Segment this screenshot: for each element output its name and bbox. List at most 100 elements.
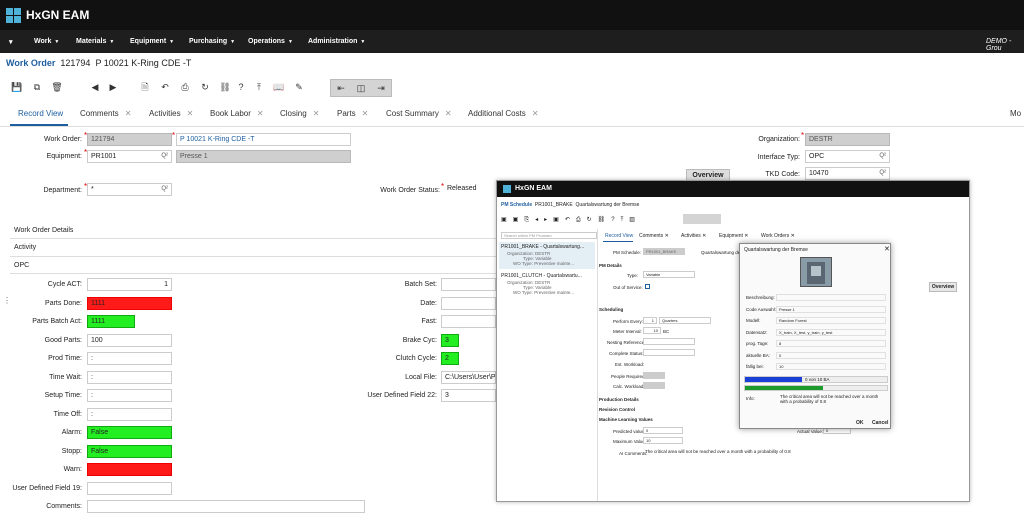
tab-closing[interactable]: Closing ✕ [280, 109, 319, 118]
section-pm-details[interactable]: PM Details [599, 263, 622, 268]
work-order-field[interactable]: 121794 [87, 133, 172, 146]
opc-field-value[interactable]: : [87, 389, 172, 402]
section-ml-values[interactable]: Machine Learning Values [599, 417, 653, 422]
pm-description-field[interactable]: Quartalswartung der [701, 250, 742, 255]
section-scheduling[interactable]: Scheduling [599, 307, 623, 312]
tab-parts[interactable]: Parts ✕ [337, 109, 368, 118]
nav-item-materials[interactable]: Materials ▼ [76, 38, 114, 45]
opc-field-value[interactable] [441, 278, 496, 291]
work-order-status-field[interactable]: Released [444, 183, 499, 196]
opc-field-value[interactable]: 100 [87, 333, 172, 347]
meter-interval-field[interactable]: 10 [643, 327, 661, 334]
nav-item-purchasing[interactable]: Purchasing ▼ [189, 38, 235, 45]
dialog-field-value[interactable]: 8 [776, 340, 886, 347]
refresh-icon[interactable]: ↻ [198, 80, 212, 94]
section-opc[interactable]: OPC [14, 262, 29, 269]
predicted-value-field[interactable]: 0 [643, 427, 683, 434]
opc-field-value[interactable] [87, 481, 172, 495]
nesting-reference-field[interactable] [643, 338, 695, 345]
section-production-details[interactable]: Production Details [599, 397, 639, 402]
next-record-icon[interactable]: ▶ [106, 80, 120, 94]
collapse-right-icon[interactable]: ⇥ [374, 81, 388, 95]
delete-icon[interactable]: 🗑 [50, 80, 64, 94]
dialog-field-value[interactable]: Presse 1 [776, 305, 886, 313]
equipment-field[interactable]: PR1001 Q² [87, 150, 172, 163]
perform-unit-select[interactable]: Quarters [659, 317, 711, 324]
complete-status-select[interactable] [643, 349, 695, 356]
nav-item-operations[interactable]: Operations ▼ [248, 38, 293, 45]
nav-item-work[interactable]: Work ▼ [34, 38, 59, 45]
ok-button[interactable]: OK [856, 420, 864, 426]
overlay-tab-equipment[interactable]: Equipment ✕ [719, 233, 749, 239]
dialog-field-value[interactable]: X_train, X_test, y_train, y_test [776, 328, 886, 336]
help-icon[interactable]: ? [234, 80, 248, 94]
tab-cost-summary[interactable]: Cost Summary ✕ [386, 109, 452, 118]
tkd-code-field[interactable]: 10470 Q² [805, 167, 890, 180]
section-work-order-details[interactable]: Work Order Details [14, 227, 73, 234]
type-select[interactable]: Variable [643, 271, 695, 278]
link-icon[interactable]: ⛓ [218, 80, 232, 94]
close-icon[interactable]: ✕ [884, 245, 890, 253]
opc-field-value[interactable]: False [87, 426, 172, 439]
lookup-icon[interactable]: Q² [879, 170, 886, 176]
dialog-field-value[interactable]: Random Forest [776, 317, 886, 324]
lookup-icon[interactable]: Q² [161, 186, 168, 192]
collapse-left-icon[interactable]: ⇤ [334, 81, 348, 95]
overlay-overview-button[interactable]: Overview [929, 282, 957, 292]
opc-field-value[interactable]: 2 [441, 352, 459, 365]
department-field[interactable]: * Q² [87, 183, 172, 196]
document-icon[interactable]: 🗎 [138, 80, 152, 94]
tab-activities[interactable]: Activities ✕ [149, 109, 193, 118]
overlay-toolbar[interactable]: ▣▣⎘◂▸▣↶⎙↻⛓?⤒▥ [501, 216, 641, 224]
opc-field-value[interactable]: C:\Users\User\Pic [441, 370, 496, 384]
tab-additional-costs[interactable]: Additional Costs ✕ [468, 109, 539, 118]
section-activity[interactable]: Activity [14, 244, 36, 251]
overlay-search-input[interactable]: Search within PM Proaram [501, 232, 597, 239]
opc-field-value[interactable]: 1111 [87, 296, 172, 310]
opc-field-value[interactable]: 3 [441, 389, 496, 402]
opc-field-value[interactable]: 1111 [87, 315, 135, 328]
opc-field-value[interactable] [87, 463, 172, 476]
print-icon[interactable]: ⎙ [178, 80, 192, 94]
save-icon[interactable]: 💾 [10, 80, 24, 94]
tab-record-view[interactable]: Record View [18, 109, 63, 118]
overlay-tab-record-view[interactable]: Record View [605, 233, 633, 239]
opc-field-value[interactable]: : [87, 352, 172, 365]
copy-icon[interactable]: ⧉ [30, 80, 44, 94]
opc-field-value[interactable]: : [87, 407, 172, 421]
cancel-button[interactable]: Cancel [872, 420, 888, 426]
interface-type-field[interactable]: OPC Q² [805, 150, 890, 163]
undo-icon[interactable]: ↶ [158, 80, 172, 94]
work-order-description-field[interactable]: P 10021 K-Ring CDE -T [176, 133, 351, 146]
opc-field-value[interactable]: 3 [441, 333, 459, 347]
ai-comments-field[interactable]: The critical area will not be reached ov… [645, 449, 825, 454]
opc-field-value[interactable]: 1 [87, 278, 172, 291]
tab-book-labor[interactable]: Book Labor ✕ [210, 109, 264, 118]
user-label[interactable]: DEMO - Grou [986, 38, 1024, 52]
dialog-field-value[interactable]: 10 [776, 363, 886, 370]
pm-list-item[interactable]: PR1001_CLUTCH - Quartalswartu... Organiz… [499, 271, 595, 298]
opc-field-value[interactable] [441, 296, 496, 310]
opc-field-value[interactable]: False [87, 444, 172, 458]
overlay-tab-work-orders[interactable]: Work Orders ✕ [761, 233, 795, 239]
previous-record-icon[interactable]: ◀ [88, 80, 102, 94]
lookup-icon[interactable]: Q² [879, 153, 886, 159]
overlay-layout-toggle[interactable] [683, 214, 721, 224]
overlay-tab-activities[interactable]: Activities ✕ [681, 233, 706, 239]
pm-list-item-selected[interactable]: PR1001_BRAKE - Quartalswartung... Organi… [499, 242, 595, 269]
maximum-value-field[interactable]: 10 [643, 437, 683, 444]
dialog-field-value[interactable] [776, 294, 886, 301]
opc-field-value[interactable] [441, 315, 496, 328]
perform-every-field[interactable]: 1 [643, 317, 657, 324]
opc-field-value[interactable]: : [87, 370, 172, 384]
book-icon[interactable]: 📖 [272, 80, 286, 94]
nav-item-administration[interactable]: Administration ▼ [308, 38, 365, 45]
tab-more[interactable]: Mo [1010, 109, 1021, 118]
dialog-field-value[interactable]: 0 [776, 351, 886, 359]
nav-item-equipment[interactable]: Equipment ▼ [130, 38, 174, 45]
lookup-icon[interactable]: Q² [161, 153, 168, 159]
section-revision-control[interactable]: Revision Control [599, 407, 635, 412]
wand-icon[interactable]: ✎ [292, 80, 306, 94]
out-of-service-checkbox[interactable] [645, 284, 650, 289]
upload-icon[interactable]: ⤒ [252, 80, 266, 94]
